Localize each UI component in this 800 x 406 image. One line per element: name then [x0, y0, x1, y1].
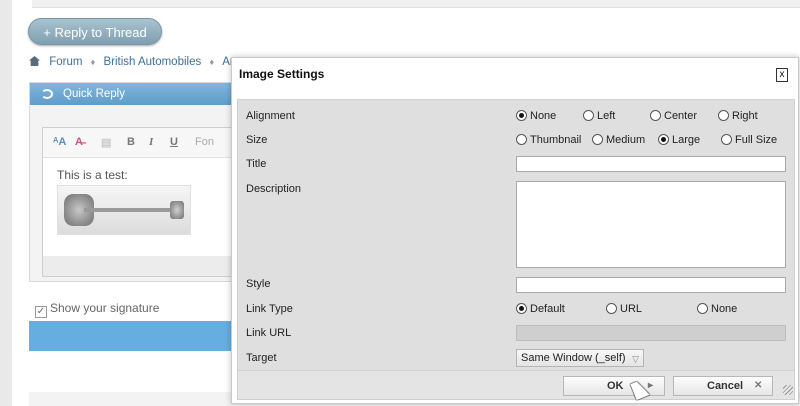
- radio-label: Large: [672, 134, 701, 146]
- resize-grip-icon[interactable]: [783, 385, 793, 395]
- reply-footer-bar: [29, 321, 259, 351]
- size-label: Size: [246, 134, 268, 146]
- link-type-url-radio[interactable]: URL: [606, 303, 642, 315]
- alignment-right-radio[interactable]: Right: [718, 110, 758, 122]
- radio-icon: [583, 110, 594, 121]
- radio-label: Thumbnail: [530, 134, 582, 146]
- style-label: Style: [246, 278, 271, 290]
- style-input[interactable]: [516, 277, 786, 293]
- home-icon[interactable]: [29, 56, 40, 66]
- quick-reply-panel: Quick Reply ᴬA A̶ ▤ B I U Fon This is a …: [29, 82, 260, 282]
- inserted-image[interactable]: [57, 185, 191, 235]
- remove-format-icon[interactable]: A̶: [75, 136, 83, 148]
- radio-icon: [650, 110, 661, 121]
- breadcrumb-separator-icon: ♦: [90, 57, 96, 67]
- show-signature-label: Show your signature: [50, 301, 160, 315]
- radio-icon: [606, 303, 617, 314]
- radio-label: Full Size: [735, 134, 778, 146]
- show-signature[interactable]: ✓ Show your signature: [35, 301, 159, 318]
- breadcrumb-forum[interactable]: Forum: [49, 56, 82, 68]
- ok-button-label: OK: [607, 380, 624, 392]
- breadcrumb-british-automobiles[interactable]: British Automobiles: [103, 56, 201, 68]
- radio-icon: [516, 134, 527, 145]
- dialog-body: Alignment None Left Center Right Size Th…: [237, 99, 795, 400]
- radio-label: URL: [620, 303, 643, 315]
- radio-icon: [658, 134, 669, 145]
- quick-reply-title: Quick Reply: [63, 88, 125, 100]
- close-button[interactable]: x: [776, 68, 788, 82]
- chevron-down-icon: ▽: [632, 354, 639, 364]
- signature-checkbox[interactable]: ✓: [35, 306, 47, 318]
- size-full-size-radio[interactable]: Full Size: [721, 134, 777, 146]
- description-label: Description: [246, 183, 302, 195]
- bold-button[interactable]: B: [127, 136, 135, 148]
- alignment-left-radio[interactable]: Left: [583, 110, 615, 122]
- alignment-center-radio[interactable]: Center: [650, 110, 697, 122]
- radio-icon: [718, 110, 729, 121]
- target-label: Target: [246, 352, 277, 364]
- radio-icon: [516, 110, 527, 121]
- radio-label: Default: [530, 303, 565, 315]
- font-select[interactable]: Fon: [195, 136, 214, 148]
- radio-icon: [516, 303, 527, 314]
- paste-icon[interactable]: ▤: [101, 136, 111, 149]
- editor-toolbar: ᴬA A̶ ▤ B I U Fon: [43, 128, 259, 158]
- alignment-none-radio[interactable]: None: [516, 110, 556, 122]
- link-url-input: [516, 325, 786, 341]
- target-select-value: Same Window (_self): [521, 352, 626, 364]
- radio-label: Medium: [606, 134, 646, 146]
- editor-footer: [43, 256, 259, 276]
- radio-label: Center: [664, 110, 698, 122]
- dialog-title: Image Settings: [239, 67, 325, 81]
- undo-icon: [41, 89, 53, 99]
- radio-icon: [721, 134, 732, 145]
- top-strip: [32, 0, 800, 8]
- breadcrumb: Forum ♦ British Automobiles ♦ Ar: [29, 56, 234, 68]
- radio-label: Left: [597, 110, 616, 122]
- font-size-icon[interactable]: ᴬA: [53, 136, 66, 148]
- image-part: [170, 201, 184, 219]
- image-settings-dialog: Image Settings x Alignment None Left Cen…: [231, 57, 799, 404]
- target-select[interactable]: Same Window (_self) ▽: [516, 349, 644, 367]
- close-icon: ✕: [754, 380, 763, 391]
- link-type-default-radio[interactable]: Default: [516, 303, 565, 315]
- size-thumbnail-radio[interactable]: Thumbnail: [516, 134, 581, 146]
- breadcrumb-separator-icon: ♦: [209, 57, 215, 67]
- editor-text: This is a test:: [57, 168, 128, 182]
- alignment-label: Alignment: [246, 110, 295, 122]
- quick-reply-header[interactable]: Quick Reply: [30, 83, 258, 105]
- underline-button[interactable]: U: [170, 136, 178, 148]
- image-part: [84, 208, 180, 212]
- ok-button[interactable]: OK ▸: [563, 376, 665, 396]
- link-type-none-radio[interactable]: None: [697, 303, 737, 315]
- radio-label: None: [530, 110, 557, 122]
- link-type-label: Link Type: [246, 303, 293, 315]
- description-textarea[interactable]: [516, 181, 786, 268]
- cancel-button-label: Cancel: [707, 380, 744, 392]
- message-editor[interactable]: ᴬA A̶ ▤ B I U Fon This is a test:: [42, 127, 260, 277]
- title-input[interactable]: [516, 156, 786, 172]
- size-medium-radio[interactable]: Medium: [592, 134, 645, 146]
- radio-label: Right: [732, 110, 758, 122]
- radio-icon: [592, 134, 603, 145]
- radio-icon: [697, 303, 708, 314]
- dialog-footer: OK ▸ Cancel ✕: [238, 370, 794, 399]
- size-large-radio[interactable]: Large: [658, 134, 700, 146]
- reply-to-thread-button[interactable]: + Reply to Thread: [28, 18, 162, 45]
- radio-label: None: [711, 303, 738, 315]
- link-url-label: Link URL: [246, 327, 292, 339]
- title-label: Title: [246, 158, 267, 170]
- italic-button[interactable]: I: [149, 136, 153, 148]
- cancel-button[interactable]: Cancel ✕: [673, 376, 773, 396]
